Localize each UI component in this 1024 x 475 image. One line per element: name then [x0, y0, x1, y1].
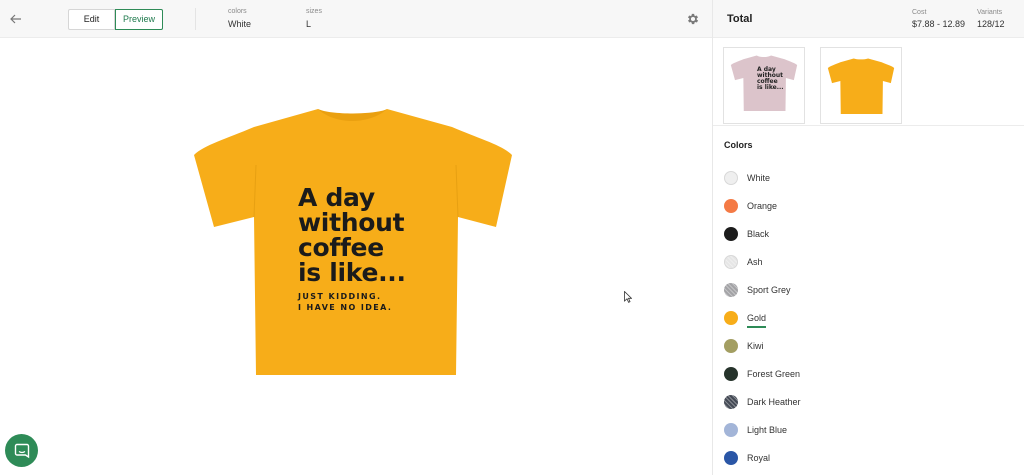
- thumbnail-front-shirt: A day without coffee is like...: [730, 53, 798, 118]
- colors-label: colors: [228, 8, 247, 15]
- sizes-selector[interactable]: sizes L: [306, 8, 322, 29]
- color-swatch: [724, 311, 738, 325]
- color-swatch: [724, 339, 738, 353]
- mockup-thumbnails: A day without coffee is like...: [723, 47, 902, 124]
- variants-stat: Variants 128/12: [977, 9, 1005, 29]
- color-name: Ash: [747, 257, 763, 267]
- color-swatch: [724, 199, 738, 213]
- color-swatch: [724, 395, 738, 409]
- shirt-subline: I HAVE NO IDEA.: [298, 303, 393, 312]
- color-swatch: [724, 171, 738, 185]
- summary-panel: Total Cost $7.88 - 12.89 Variants 128/12…: [712, 0, 1024, 475]
- arrow-left-icon: [10, 14, 21, 24]
- color-swatch: [724, 423, 738, 437]
- mouse-cursor-icon: [624, 291, 632, 303]
- shirt-line: coffee: [298, 233, 384, 262]
- cost-label: Cost: [912, 9, 927, 16]
- color-swatch: [724, 227, 738, 241]
- color-option-sport-grey[interactable]: Sport Grey: [724, 276, 801, 304]
- variants-value: 128/12: [977, 19, 1005, 29]
- back-button[interactable]: [6, 9, 26, 29]
- toolbar-divider: [195, 8, 196, 30]
- color-name: Forest Green: [747, 369, 801, 379]
- color-option-black[interactable]: Black: [724, 220, 801, 248]
- thumbnail-back[interactable]: [820, 47, 902, 124]
- shirt-line: is like...: [298, 258, 406, 287]
- color-name: Dark Heather: [747, 397, 801, 407]
- color-option-orange[interactable]: Orange: [724, 192, 801, 220]
- colors-title: Colors: [724, 140, 753, 150]
- color-option-forest-green[interactable]: Forest Green: [724, 360, 801, 388]
- gear-icon: [687, 13, 699, 25]
- color-swatch: [724, 367, 738, 381]
- color-option-white[interactable]: White: [724, 164, 801, 192]
- color-name: Gold: [747, 313, 767, 323]
- cost-value: $7.88 - 12.89: [912, 19, 966, 29]
- color-name: Light Blue: [747, 425, 788, 435]
- shirt-line: without: [298, 208, 405, 237]
- panel-header: Total Cost $7.88 - 12.89 Variants 128/12: [713, 0, 1024, 38]
- preview-canvas: A day without coffee is like... JUST KID…: [0, 39, 712, 475]
- preview-button[interactable]: Preview: [115, 9, 163, 30]
- color-swatch: [724, 283, 738, 297]
- color-name: Sport Grey: [747, 285, 791, 295]
- sizes-label: sizes: [306, 8, 322, 15]
- color-name: Orange: [747, 201, 778, 211]
- colors-value: White: [228, 19, 252, 29]
- color-name: Kiwi: [747, 341, 764, 351]
- color-option-ash[interactable]: Ash: [724, 248, 801, 276]
- shirt-subline: JUST KIDDING.: [298, 292, 382, 301]
- chat-button[interactable]: [5, 434, 38, 467]
- thumbnail-print: A day without coffee is like...: [757, 67, 784, 91]
- cost-stat: Cost $7.88 - 12.89: [912, 9, 965, 29]
- settings-button[interactable]: [686, 12, 700, 26]
- thumbnail-print-line: is like...: [757, 84, 784, 91]
- color-swatch: [724, 451, 738, 465]
- color-name: White: [747, 173, 771, 183]
- editor-toolbar: Edit Preview colors White sizes L: [0, 0, 712, 38]
- color-option-kiwi[interactable]: Kiwi: [724, 332, 801, 360]
- color-list: White Orange Black Ash Sport Grey Gold Kiwi For…: [724, 164, 801, 472]
- color-option-light-blue[interactable]: Light Blue: [724, 416, 801, 444]
- tshirt-back-icon: [827, 57, 895, 114]
- sizes-value: L: [306, 19, 312, 29]
- edit-button[interactable]: Edit: [69, 10, 115, 29]
- shirt-line: A day: [298, 183, 375, 212]
- tshirt-preview: A day without coffee is like... JUST KID…: [190, 105, 516, 377]
- color-swatch: [724, 255, 738, 269]
- total-title: Total: [727, 13, 753, 25]
- color-option-royal[interactable]: Royal: [724, 444, 801, 472]
- color-option-gold[interactable]: Gold: [724, 304, 801, 332]
- chat-bubble-icon: [14, 443, 29, 458]
- color-name: Royal: [747, 453, 771, 463]
- thumbnail-front[interactable]: A day without coffee is like...: [723, 47, 805, 124]
- mode-toggle: Edit Preview: [68, 9, 163, 30]
- color-name: Black: [747, 229, 770, 239]
- panel-divider: [713, 125, 1024, 126]
- shirt-print: A day without coffee is like... JUST KID…: [298, 185, 438, 313]
- colors-selector[interactable]: colors White: [228, 8, 251, 29]
- selected-color-indicator: [747, 326, 766, 328]
- variants-label: Variants: [977, 9, 1003, 16]
- color-option-dark-heather[interactable]: Dark Heather: [724, 388, 801, 416]
